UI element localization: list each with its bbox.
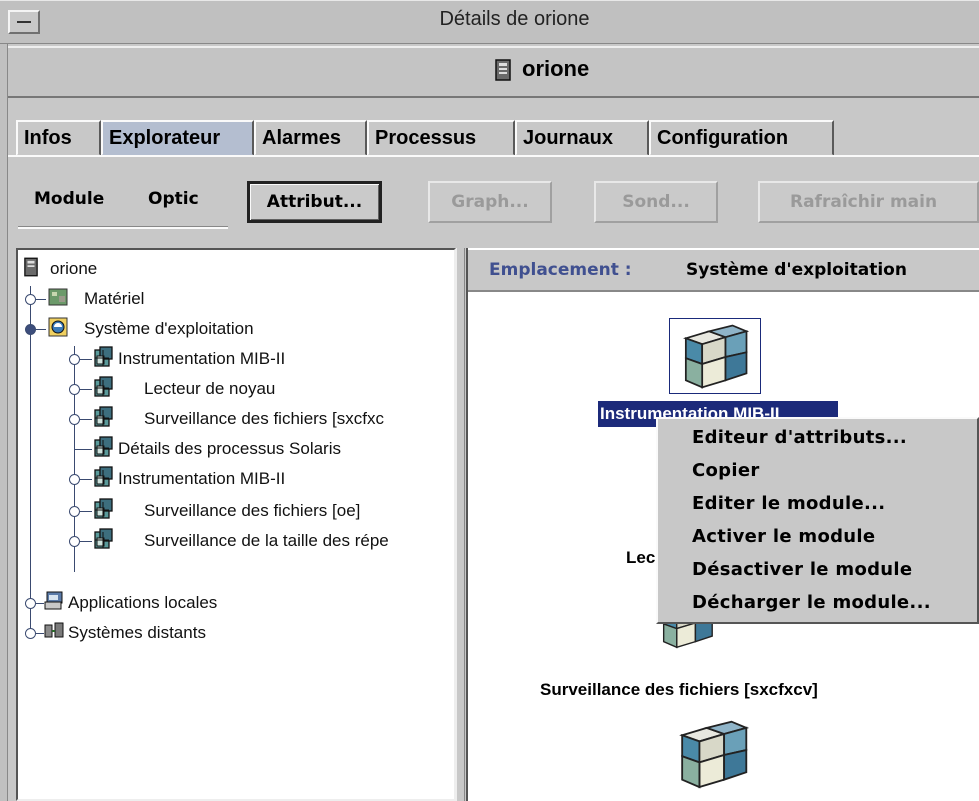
window-left-border: [0, 44, 8, 801]
module-label[interactable]: Surveillance des fichiers [sxcfxcv]: [540, 680, 818, 700]
expand-toggle[interactable]: [25, 628, 36, 639]
tree-item-label: Surveillance de la taille des répe: [144, 531, 389, 550]
tree-stem: [80, 479, 92, 480]
server-icon: [24, 257, 38, 277]
menu-item-copy[interactable]: Copier: [692, 460, 760, 481]
menu-item-enable-module[interactable]: Activer le module: [692, 526, 875, 547]
tree-item-label: Instrumentation MIB-II: [118, 349, 286, 368]
tree-item-label: Surveillance des fichiers [sxcfxc: [144, 409, 384, 428]
module-icon[interactable]: [669, 718, 757, 792]
tab-alarmes[interactable]: Alarmes: [254, 120, 367, 156]
tree-stem: [74, 449, 92, 450]
tab-label: Journaux: [523, 127, 614, 149]
tree-stem: [80, 359, 92, 360]
context-menu: Editeur d'attributs... Copier Editer le …: [656, 417, 979, 624]
tree-stem: [36, 603, 44, 604]
menu-item-attribute-editor[interactable]: Editeur d'attributs...: [692, 427, 907, 448]
tab-processus[interactable]: Processus: [367, 120, 515, 156]
tree-item-module[interactable]: Instrumentation MIB-II: [18, 344, 448, 374]
os-icon: [48, 317, 68, 337]
tab-label: Infos: [24, 127, 72, 149]
module-icon: [94, 406, 114, 428]
module-label-partial[interactable]: Lec: [626, 548, 655, 568]
tree-item-label: Instrumentation MIB-II: [118, 469, 286, 488]
tab-infos[interactable]: Infos: [16, 120, 101, 156]
location-label: Emplacement :: [489, 260, 632, 280]
tab-label: Configuration: [657, 127, 789, 149]
tree-stem: [80, 541, 92, 542]
tree-panel[interactable]: orione Matériel Système d'exploitation I…: [16, 248, 456, 801]
menu-separator: [18, 226, 228, 229]
tree-item-module[interactable]: Instrumentation MIB-II: [18, 464, 448, 494]
window-menu-button[interactable]: [8, 10, 40, 34]
menu-options[interactable]: Optic: [148, 189, 220, 209]
expand-toggle[interactable]: [69, 536, 80, 547]
menu-module[interactable]: Module: [34, 189, 104, 209]
graph-button[interactable]: Graph...: [428, 181, 552, 223]
applications-icon: [44, 591, 63, 610]
tab-label: Processus: [375, 127, 477, 149]
tree-stem: [80, 389, 92, 390]
tree-item-label: Systèmes distants: [68, 623, 206, 642]
tree-stem: [36, 633, 44, 634]
module-icon: [94, 498, 114, 520]
tab-explorateur[interactable]: Explorateur: [101, 120, 254, 156]
tree-item-label: Surveillance des fichiers [oe]: [144, 501, 361, 520]
tree-item-module[interactable]: Surveillance des fichiers [sxcfxc: [18, 404, 448, 434]
module-icon: [94, 346, 114, 368]
hardware-icon: [48, 288, 68, 306]
tree-item-module[interactable]: Détails des processus Solaris: [18, 434, 448, 464]
expand-toggle[interactable]: [69, 506, 80, 517]
host-header: [8, 46, 979, 98]
probe-button[interactable]: Sond...: [594, 181, 718, 223]
tree-item-local-apps[interactable]: Applications locales: [18, 588, 448, 618]
tree-stem: [36, 329, 46, 330]
tree-item-root[interactable]: orione: [18, 254, 448, 284]
location-value: Système d'exploitation: [686, 260, 907, 280]
module-icon: [94, 528, 114, 550]
expand-toggle[interactable]: [69, 474, 80, 485]
panel-splitter[interactable]: [456, 248, 465, 801]
menu-item-edit-module[interactable]: Editer le module...: [692, 493, 885, 514]
tree-item-label: Détails des processus Solaris: [118, 439, 341, 458]
tree-item-module[interactable]: Surveillance des fichiers [oe]: [18, 496, 448, 526]
expand-toggle[interactable]: [69, 384, 80, 395]
tab-label: Explorateur: [109, 127, 221, 149]
menu-item-disable-module[interactable]: Désactiver le module: [692, 559, 912, 580]
expand-toggle[interactable]: [25, 294, 36, 305]
expand-toggle[interactable]: [69, 414, 80, 425]
module-icon[interactable]: [673, 322, 757, 392]
tree-item-hardware[interactable]: Matériel: [18, 284, 448, 314]
tree-item-os[interactable]: Système d'exploitation: [18, 314, 448, 344]
tree-item-label: Matériel: [84, 289, 145, 308]
host-title: orione: [522, 56, 590, 81]
tree-item-module[interactable]: Surveillance de la taille des répe: [18, 526, 448, 556]
tree-stem: [80, 419, 92, 420]
window-title: Détails de orione: [439, 8, 590, 30]
tree-stem: [80, 511, 92, 512]
expand-toggle[interactable]: [69, 354, 80, 365]
collapse-toggle[interactable]: [25, 324, 36, 335]
tree-item-label: orione: [50, 259, 98, 278]
tree-item-label: Système d'exploitation: [84, 319, 254, 338]
attribute-button[interactable]: Attribut...: [247, 181, 382, 223]
tree-item-remote-systems[interactable]: Systèmes distants: [18, 618, 448, 648]
tree-item-module[interactable]: Lecteur de noyau: [18, 374, 448, 404]
remote-systems-icon: [44, 622, 64, 638]
tree-item-label: Lecteur de noyau: [144, 379, 276, 398]
tree-stem: [36, 299, 46, 300]
refresh-now-button[interactable]: Rafraîchir main: [758, 181, 979, 223]
menu-item-unload-module[interactable]: Décharger le module...: [692, 592, 931, 613]
tab-journaux[interactable]: Journaux: [515, 120, 649, 156]
expand-toggle[interactable]: [25, 598, 36, 609]
tab-baseline: [8, 155, 979, 157]
module-icon: [94, 466, 114, 488]
module-icon: [94, 436, 114, 458]
tree-item-label: Applications locales: [68, 593, 218, 612]
module-icon: [94, 376, 114, 398]
tab-label: Alarmes: [262, 127, 341, 149]
tab-configuration[interactable]: Configuration: [649, 120, 834, 156]
server-icon: [495, 59, 511, 81]
